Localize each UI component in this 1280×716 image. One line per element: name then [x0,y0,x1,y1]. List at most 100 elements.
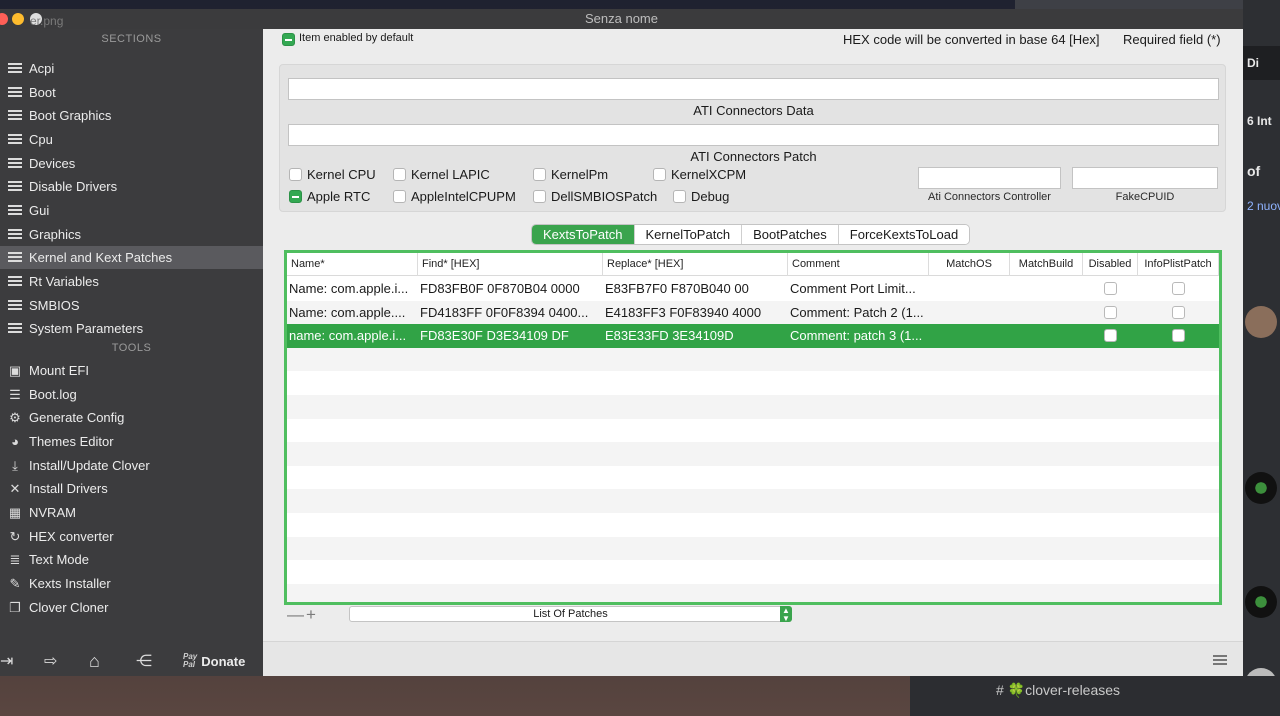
home-icon[interactable]: ⌂ [89,646,100,676]
sidebar-item-smbios[interactable]: SMBIOS [0,294,263,317]
column-header[interactable]: InfoPlistPatch [1138,253,1219,276]
cell-matchbuild[interactable] [1010,324,1083,347]
table-row[interactable]: name: com.apple.i... FD83E30F D3E34109 DF… [287,324,1219,348]
column-header[interactable]: Comment [788,253,929,276]
ati-connectors-patch-field[interactable] [288,124,1219,146]
checkbox[interactable] [653,168,666,181]
cell-matchos[interactable] [929,277,1010,300]
cell-matchos[interactable] [929,301,1010,324]
cell-replace[interactable]: E83FB7F0 F870B040 00 [603,277,788,300]
option-appleintelcpupm[interactable]: AppleIntelCPUPM [393,189,516,204]
table-row[interactable] [287,395,1219,419]
option-kernel-lapic[interactable]: Kernel LAPIC [393,167,490,182]
option-debug[interactable]: Debug [673,189,729,204]
sidebar-item-rt-variables[interactable]: Rt Variables [0,270,263,293]
table-row[interactable] [287,371,1219,395]
sidebar-item-devices[interactable]: Devices [0,152,263,175]
checkbox[interactable] [289,190,302,203]
tool-item-boot-log[interactable]: ☰ Boot.log [0,383,263,406]
sidebar-item-boot-graphics[interactable]: Boot Graphics [0,104,263,127]
cell-replace[interactable]: E4183FF3 F0F83940 4000 [603,301,788,324]
checkbox[interactable] [393,168,406,181]
column-header[interactable]: Name* [287,253,418,276]
share-icon[interactable]: ⋲ [136,646,152,676]
cell-matchbuild[interactable] [1010,301,1083,324]
column-header[interactable]: MatchOS [929,253,1010,276]
infoplist-checkbox[interactable] [1171,305,1185,319]
option-kernel-cpu[interactable]: Kernel CPU [289,167,376,182]
checkbox[interactable] [533,190,546,203]
column-header[interactable]: Replace* [HEX] [603,253,788,276]
tool-item-mount-efi[interactable]: ▣ Mount EFI [0,359,263,382]
checkbox[interactable] [393,190,406,203]
table-row[interactable] [287,489,1219,513]
disabled-checkbox[interactable] [1103,282,1117,295]
table-row[interactable] [287,347,1219,372]
tab-kextstopatch[interactable]: KextsToPatch [532,225,635,244]
table-row[interactable]: Name: com.apple.i... FD83FB0F 0F870B04 00… [287,277,1219,301]
tool-item-install-update-clover[interactable]: ⤓ Install/Update Clover [0,454,263,477]
cell-find[interactable]: FD83E30F D3E34109 DF [418,324,603,347]
cell-replace[interactable]: E83E33FD 3E34109D [603,324,788,347]
donate-button[interactable]: Pay Pal Donate [183,646,245,676]
cell-comment[interactable]: Comment Port Limit... [788,277,929,300]
column-header[interactable]: Disabled [1083,253,1138,276]
table-row[interactable] [287,442,1219,466]
option-apple-rtc[interactable]: Apple RTC [289,189,370,204]
cell-find[interactable]: FD4183FF 0F0F8394 0400... [418,301,603,324]
tab-forcekextstoload[interactable]: ForceKextsToLoad [838,225,970,244]
sidebar-item-gui[interactable]: Gui [0,199,263,222]
tool-item-install-drivers[interactable]: ✕ Install Drivers [0,477,263,500]
table-row[interactable] [287,466,1219,490]
sidebar-item-system-parameters[interactable]: System Parameters [0,317,263,340]
sidebar-item-boot[interactable]: Boot [0,81,263,104]
checkbox[interactable] [533,168,546,181]
disabled-checkbox[interactable] [1103,305,1117,319]
tool-item-hex-converter[interactable]: ↻ HEX converter [0,525,263,548]
sidebar-item-acpi[interactable]: Acpi [0,57,263,80]
disabled-checkbox[interactable] [1103,329,1117,343]
cell-name[interactable]: Name: com.apple.... [287,301,418,324]
checkbox[interactable] [673,190,686,203]
option-kernelpm[interactable]: KernelPm [533,167,608,182]
table-row[interactable] [287,536,1219,561]
tool-item-text-mode[interactable]: ≣ Text Mode [0,548,263,571]
checkbox[interactable] [289,168,302,181]
column-header[interactable]: Find* [HEX] [418,253,603,276]
sidebar-item-cpu[interactable]: Cpu [0,128,263,151]
sidebar-item-kernel-and-kext-patches[interactable]: Kernel and Kext Patches [0,246,263,269]
ati-connectors-controller-field[interactable] [918,167,1061,189]
list-of-patches-popup[interactable]: List Of Patches ▲ ▼ [349,606,792,623]
cell-name[interactable]: name: com.apple.i... [287,324,418,347]
table-row[interactable] [287,583,1219,602]
minimize-window-button[interactable] [12,13,24,25]
cell-find[interactable]: FD83FB0F 0F870B04 0000 [418,277,603,300]
import-icon[interactable]: ⇨ [44,646,57,676]
patches-table[interactable]: Name* Find* [HEX] Replace* [HEX] Comment Mat… [284,250,1222,605]
exit-icon[interactable]: ⇥ [0,646,13,676]
menu-icon[interactable] [1213,655,1227,665]
option-dellsmbiospatch[interactable]: DellSMBIOSPatch [533,189,657,204]
column-header[interactable]: MatchBuild [1010,253,1083,276]
sidebar-item-disable-drivers[interactable]: Disable Drivers [0,175,263,198]
ati-connectors-data-field[interactable] [288,78,1219,100]
tool-item-generate-config[interactable]: ⚙ Generate Config [0,406,263,429]
cell-name[interactable]: Name: com.apple.i... [287,277,418,300]
tab-bootpatches[interactable]: BootPatches [742,225,839,244]
remove-row-button[interactable]: — [287,605,304,625]
table-row[interactable] [287,513,1219,537]
cell-comment[interactable]: Comment: Patch 2 (1... [788,301,929,324]
cell-matchos[interactable] [929,324,1010,347]
cell-comment[interactable]: Comment: patch 3 (1... [788,324,929,347]
add-row-button[interactable]: + [306,605,316,625]
close-window-button[interactable] [0,13,8,25]
table-row[interactable] [287,419,1219,443]
tool-item-nvram[interactable]: ▦ NVRAM [0,501,263,524]
fakecpuid-field[interactable] [1072,167,1218,189]
sidebar-item-graphics[interactable]: Graphics [0,223,263,246]
tool-item-themes-editor[interactable]: ◕ Themes Editor [0,430,263,453]
tool-item-clover-cloner[interactable]: ❐ Clover Cloner [0,596,263,619]
tab-kerneltopatch[interactable]: KernelToPatch [634,225,743,244]
infoplist-checkbox[interactable] [1171,329,1185,343]
table-row[interactable]: Name: com.apple.... FD4183FF 0F0F8394 040… [287,300,1219,325]
